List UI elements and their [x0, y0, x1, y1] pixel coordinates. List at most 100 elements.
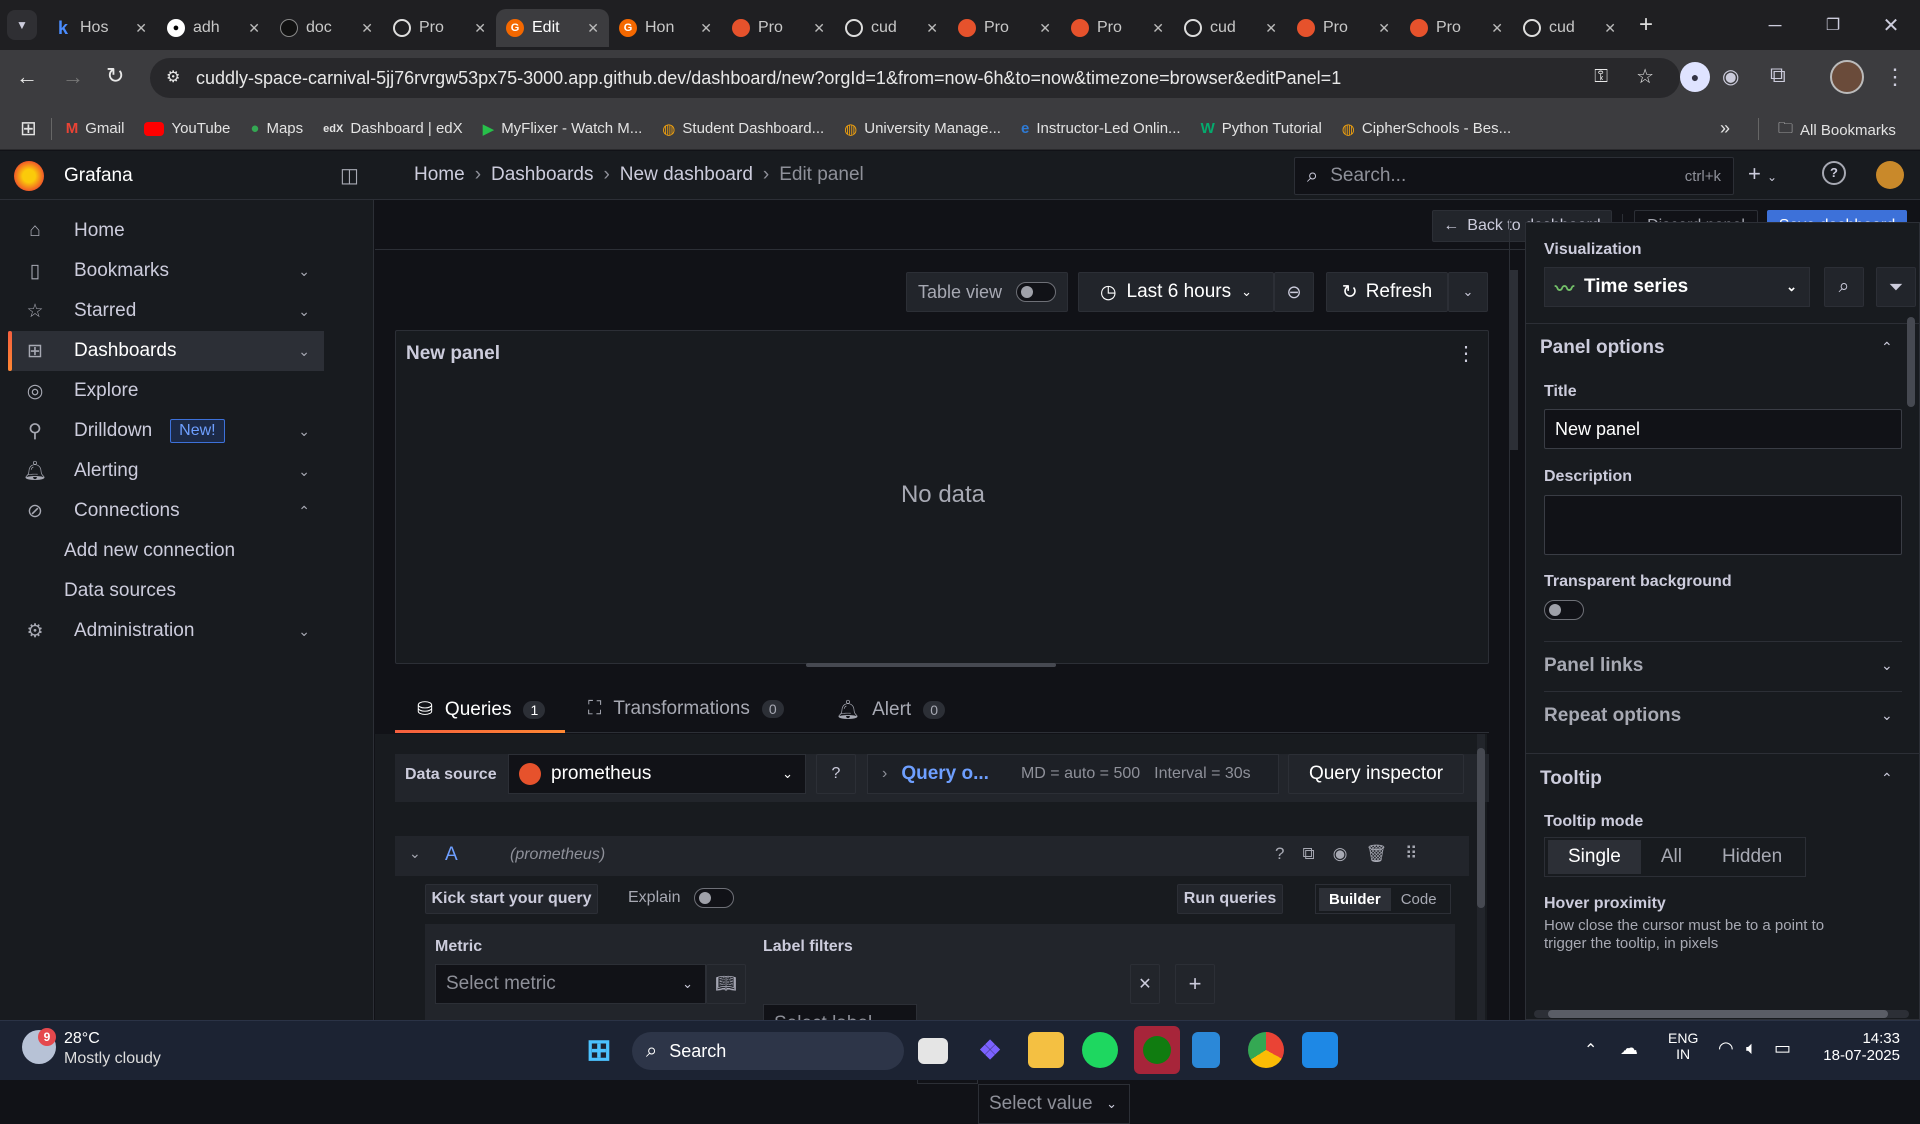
trash-icon[interactable]: 🗑︎ — [1365, 844, 1387, 864]
splitter-handle[interactable] — [806, 663, 1056, 667]
restore-icon[interactable]: ❐ — [1804, 15, 1862, 35]
tab-queries[interactable]: ⛁ Queries 1 — [417, 698, 546, 721]
chevron-down-icon[interactable]: ⌄ — [298, 263, 310, 280]
browser-tab[interactable]: k Hos ✕ — [44, 9, 157, 47]
close-window-icon[interactable]: ✕ — [1862, 13, 1920, 38]
panel-options-header[interactable]: Panel options — [1540, 337, 1665, 359]
grafana-logo-icon[interactable] — [14, 161, 44, 191]
query-options-toggle[interactable]: Query o... — [901, 763, 989, 785]
browser-tab[interactable]: G Hon ✕ — [609, 9, 722, 47]
browser-tab[interactable]: cud ✕ — [1174, 9, 1287, 47]
copilot-icon[interactable]: ❖ — [972, 1032, 1008, 1068]
value-select[interactable]: Select value ⌄ — [978, 1084, 1130, 1124]
browser-tab[interactable]: ● adh ✕ — [157, 9, 270, 47]
breadcrumb-new-dashboard[interactable]: New dashboard — [620, 164, 753, 186]
minimize-icon[interactable]: ─ — [1746, 15, 1804, 36]
breadcrumb-dashboards[interactable]: Dashboards — [491, 164, 593, 186]
filter-icon[interactable]: ⏷ — [1876, 267, 1916, 307]
language-indicator[interactable]: ENG IN — [1668, 1030, 1698, 1062]
close-icon[interactable]: ✕ — [474, 20, 486, 37]
bookmark-cipherschools[interactable]: ◍ CipherSchools - Bes... — [1332, 120, 1521, 138]
refresh-button[interactable]: ↻ Refresh — [1326, 272, 1448, 312]
search-icon[interactable]: ⌕ — [1824, 267, 1864, 307]
close-icon[interactable]: ✕ — [1491, 20, 1503, 37]
windows-start-icon[interactable]: ⊞ — [581, 1032, 617, 1068]
nav-alerting[interactable]: 🔔︎ Alerting ⌄ — [8, 451, 324, 491]
panel-menu-icon[interactable]: ⋮ — [1456, 341, 1476, 366]
panel-links-header[interactable]: Panel links — [1544, 655, 1643, 677]
nav-drilldown[interactable]: ⚲ Drilldown New! ⌄ — [8, 411, 324, 451]
xbox-icon[interactable] — [1134, 1026, 1180, 1074]
browser-tab-active[interactable]: G Edit ✕ — [496, 9, 609, 47]
file-explorer-icon[interactable] — [1028, 1032, 1064, 1068]
tooltip-mode-all[interactable]: All — [1641, 840, 1702, 874]
query-scrollbar[interactable] — [1477, 734, 1485, 1020]
battery-icon[interactable]: ▭ — [1774, 1038, 1791, 1059]
datasource-picker[interactable]: prometheus ⌄ — [508, 754, 806, 794]
close-icon[interactable]: ✕ — [1604, 20, 1616, 37]
chevron-up-icon[interactable]: ⌃ — [1881, 339, 1893, 356]
password-key-icon[interactable]: ⚿ — [1594, 66, 1608, 87]
clock[interactable]: 14:33 18-07-2025 — [1820, 1030, 1900, 1064]
close-icon[interactable]: ✕ — [813, 20, 825, 37]
nav-administration[interactable]: ⚙ Administration ⌄ — [8, 611, 324, 651]
close-icon[interactable]: ✕ — [700, 20, 712, 37]
chevron-down-icon[interactable]: ⌄ — [298, 463, 310, 480]
collapse-chevron-icon[interactable]: ⌄ — [409, 845, 421, 862]
nav-connections[interactable]: ⊘ Connections ⌃ — [8, 491, 324, 531]
nav-explore[interactable]: ◎ Explore — [8, 371, 324, 411]
photos-icon[interactable] — [1302, 1032, 1338, 1068]
help-icon[interactable]: ? — [816, 754, 856, 794]
star-icon[interactable]: ☆ — [1636, 64, 1654, 89]
wifi-icon[interactable]: ◠ — [1718, 1038, 1734, 1059]
explain-switch[interactable] — [694, 888, 735, 908]
add-filter-button[interactable]: + — [1175, 964, 1215, 1004]
close-icon[interactable]: ✕ — [361, 20, 373, 37]
bookmark-gmail[interactable]: M Gmail — [56, 120, 135, 137]
time-range-picker[interactable]: ◷ Last 6 hours ⌄ — [1078, 272, 1274, 312]
chevron-down-icon[interactable]: ⌄ — [1881, 657, 1893, 674]
extensions-puzzle-icon[interactable]: ⧉ — [1770, 62, 1786, 88]
site-info-icon[interactable]: ⚙ — [166, 67, 180, 87]
browser-tab[interactable]: cud ✕ — [835, 9, 948, 47]
back-arrow-icon[interactable]: ← — [16, 64, 38, 90]
refresh-interval-dropdown[interactable]: ⌄ — [1448, 272, 1488, 312]
dock-menu-icon[interactable]: ◫ — [340, 163, 359, 188]
bookmark-student-dashboard[interactable]: ◍ Student Dashboard... — [652, 120, 834, 138]
browser-tab[interactable]: Pro ✕ — [1287, 9, 1400, 47]
bookmark-python-tutorial[interactable]: W Python Tutorial — [1191, 120, 1332, 137]
query-options-bar[interactable]: › Query o... MD = auto = 500 Interval = … — [867, 754, 1279, 794]
transparent-bg-switch[interactable] — [1544, 600, 1584, 620]
panel-title-input[interactable]: New panel — [1544, 409, 1902, 449]
notepad-icon[interactable] — [1192, 1032, 1220, 1068]
close-icon[interactable]: ✕ — [1039, 20, 1051, 37]
chevron-up-icon[interactable]: ⌃ — [1881, 770, 1893, 787]
browser-tab[interactable]: Pro ✕ — [722, 9, 835, 47]
all-bookmarks[interactable]: 🗀 All Bookmarks — [1768, 118, 1906, 143]
description-textarea[interactable] — [1544, 495, 1902, 555]
browser-tab[interactable]: Pro ✕ — [948, 9, 1061, 47]
nav-starred[interactable]: ☆ Starred ⌄ — [8, 291, 324, 331]
remove-filter-icon[interactable]: ✕ — [1130, 964, 1160, 1004]
explain-toggle[interactable]: Explain — [628, 888, 735, 908]
metric-select[interactable]: Select metric ⌄ — [435, 964, 706, 1004]
user-avatar[interactable] — [1876, 161, 1904, 189]
bookmark-myflixer[interactable]: ▶ MyFlixer - Watch M... — [473, 120, 653, 138]
nav-data-sources[interactable]: Data sources — [64, 580, 176, 602]
pane-resize-handle[interactable] — [1510, 270, 1518, 450]
table-view-toggle[interactable]: Table view — [906, 272, 1068, 312]
options-scrollbar[interactable] — [1907, 303, 1915, 1013]
tab-search-button[interactable]: ▼ — [0, 10, 44, 40]
query-ref-id[interactable]: A — [445, 844, 458, 866]
nav-bookmarks[interactable]: ▯ Bookmarks ⌄ — [8, 251, 324, 291]
browser-tab[interactable]: cud ✕ — [1513, 9, 1626, 47]
kick-start-button[interactable]: Kick start your query — [425, 884, 598, 914]
browser-tab[interactable]: Pro ✕ — [1400, 9, 1513, 47]
tooltip-mode-single[interactable]: Single — [1548, 840, 1641, 874]
incognito-icon[interactable]: ◉ — [1722, 64, 1739, 89]
breadcrumb-home[interactable]: Home — [414, 164, 465, 186]
taskbar-search[interactable]: ⌕ Search — [632, 1032, 904, 1070]
nav-add-new-connection[interactable]: Add new connection — [64, 540, 235, 562]
chrome-icon[interactable] — [1248, 1032, 1284, 1068]
bookmark-edx[interactable]: edX Dashboard | edX — [313, 120, 473, 137]
